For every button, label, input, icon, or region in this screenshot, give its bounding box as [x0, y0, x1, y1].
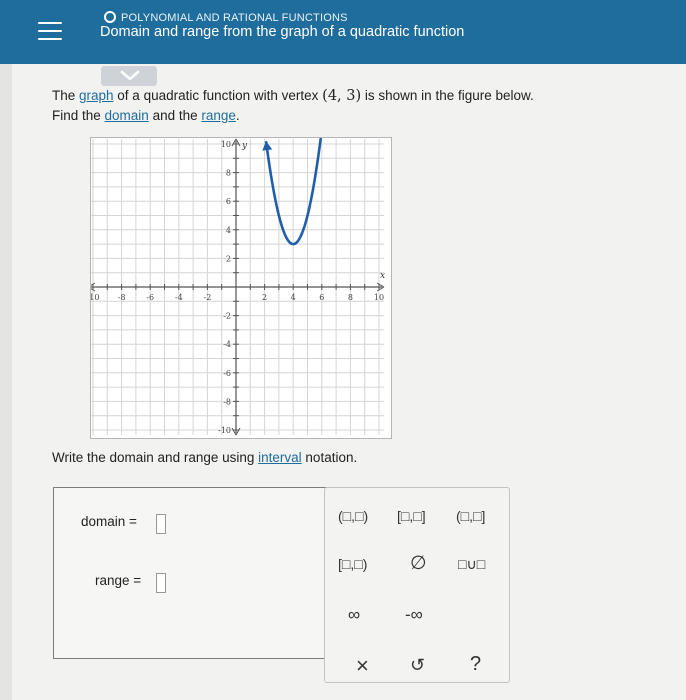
- open-closed-interval-button[interactable]: (□,□]: [456, 508, 485, 524]
- question-text-part: .: [235, 108, 240, 123]
- range-label: range =: [95, 573, 142, 588]
- hamburger-menu-icon[interactable]: [38, 22, 62, 42]
- domain-link[interactable]: domain: [105, 108, 149, 123]
- closed-open-interval-button[interactable]: [□,□): [338, 556, 367, 572]
- union-button[interactable]: □∪□: [458, 556, 485, 573]
- instruction-text-part: notation.: [301, 450, 358, 465]
- vertex-value: (4, 3): [322, 88, 362, 104]
- topic-label: POLYNOMIAL AND RATIONAL FUNCTIONS: [104, 11, 348, 24]
- question-text-part: The: [52, 88, 80, 103]
- infinity-button[interactable]: ∞: [348, 605, 360, 625]
- x-tick-label: -10: [91, 293, 99, 302]
- range-input[interactable]: [156, 573, 166, 593]
- y-tick-label: -2: [223, 312, 231, 321]
- question-text-part: Find the: [52, 108, 105, 123]
- domain-input[interactable]: [156, 514, 166, 534]
- collapse-tab[interactable]: [101, 66, 157, 86]
- y-tick-label: 4: [226, 226, 231, 235]
- x-axis-label: x: [380, 271, 385, 281]
- x-tick-label: 6: [319, 293, 324, 302]
- empty-set-button[interactable]: ∅: [410, 552, 427, 575]
- y-tick-label: -4: [223, 340, 231, 349]
- question-line-1: The graph of a quadratic function with v…: [52, 86, 534, 106]
- undo-button[interactable]: ↺: [410, 655, 425, 676]
- y-tick-label: -6: [223, 369, 231, 378]
- interval-link[interactable]: interval: [258, 450, 302, 465]
- x-tick-label: 2: [262, 293, 267, 302]
- closed-closed-interval-button[interactable]: [□,□]: [397, 508, 426, 524]
- y-tick-label: -10: [218, 426, 231, 435]
- x-tick-label: 8: [348, 293, 353, 302]
- top-header: POLYNOMIAL AND RATIONAL FUNCTIONS Domain…: [0, 0, 686, 64]
- open-open-interval-button[interactable]: (□,□): [338, 508, 368, 524]
- graph-canvas: -10 -8 -6 -4 -2 2 4 6 8 10 10 8 6 4 2 -2 -4 -6 -8 -10 x y: [87, 118, 385, 436]
- parabola-curve: [264, 118, 325, 246]
- question-text: The graph of a quadratic function with v…: [52, 86, 534, 125]
- instruction-text: Write the domain and range using interva…: [52, 450, 357, 465]
- y-tick-label: 10: [221, 140, 231, 149]
- question-line-2: Find the domain and the range.: [52, 106, 534, 125]
- domain-label: domain =: [81, 514, 137, 529]
- y-tick-label: 2: [226, 254, 231, 263]
- answer-box: domain = range =: [53, 487, 333, 659]
- x-tick-label: -8: [118, 293, 126, 302]
- y-tick-label: -8: [223, 397, 231, 406]
- graph-link[interactable]: graph: [79, 88, 114, 103]
- instruction-text-part: Write the domain and range using: [52, 450, 259, 465]
- chevron-down-icon: [120, 70, 140, 81]
- negative-infinity-button[interactable]: -∞: [405, 605, 423, 625]
- quadratic-graph: -10 -8 -6 -4 -2 2 4 6 8 10 10 8 6 4 2 -2 -4 -6 -8 -10 x y: [87, 118, 392, 439]
- clear-button[interactable]: ×: [356, 653, 369, 679]
- topic-circle-icon: [104, 11, 116, 23]
- math-keypad: (□,□) [□,□] (□,□] [□,□) ∅ □∪□ ∞ -∞ × ↺ ?: [324, 487, 510, 683]
- x-tick-label: 10: [374, 293, 384, 302]
- question-text-part: of a quadratic function with vertex: [113, 88, 323, 103]
- y-tick-label: 8: [226, 169, 231, 178]
- x-tick-label: -4: [175, 293, 183, 302]
- y-axis-label: y: [241, 141, 248, 151]
- question-text-part: is shown in the figure below.: [361, 88, 534, 103]
- x-tick-label: -6: [146, 293, 154, 302]
- help-button[interactable]: ?: [470, 653, 481, 676]
- question-text-part: and the: [148, 108, 202, 123]
- lesson-title: Domain and range from the graph of a qua…: [100, 24, 465, 40]
- y-tick-label: 6: [226, 197, 231, 206]
- range-link[interactable]: range: [201, 108, 236, 123]
- topic-text: POLYNOMIAL AND RATIONAL FUNCTIONS: [121, 12, 348, 24]
- x-tick-label: 4: [291, 293, 296, 302]
- x-tick-label: -2: [204, 293, 212, 302]
